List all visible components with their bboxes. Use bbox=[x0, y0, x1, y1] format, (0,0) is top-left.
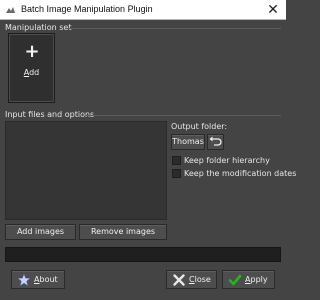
window-title: Batch Image Manipulation Plugin bbox=[21, 4, 153, 14]
input-files-divider bbox=[86, 115, 281, 116]
app-icon bbox=[6, 7, 15, 13]
close-x-icon bbox=[173, 274, 185, 286]
manipulation-set-divider bbox=[66, 28, 281, 29]
apply-label: Apply bbox=[245, 275, 268, 284]
add-images-button[interactable]: Add images bbox=[5, 224, 76, 240]
manipulation-set-label: Manipulation set bbox=[5, 23, 72, 32]
checkmark-icon bbox=[228, 274, 242, 286]
star-icon bbox=[17, 273, 31, 287]
keep-hierarchy-checkbox[interactable] bbox=[172, 156, 181, 165]
keep-dates-checkbox[interactable] bbox=[172, 169, 181, 178]
add-manipulation-button[interactable]: + Add bbox=[8, 33, 55, 103]
undo-arrow-icon bbox=[209, 136, 222, 146]
keep-hierarchy-label: Keep folder hierarchy bbox=[184, 156, 270, 165]
keep-hierarchy-option[interactable]: Keep folder hierarchy bbox=[172, 156, 272, 166]
title-bar: Batch Image Manipulation Plugin ✕ bbox=[0, 0, 286, 20]
input-files-label: Input files and options bbox=[5, 110, 95, 119]
keep-dates-label: Keep the modification dates bbox=[184, 169, 297, 178]
close-label: Close bbox=[189, 275, 211, 284]
input-files-list[interactable] bbox=[5, 121, 167, 220]
about-button[interactable]: About bbox=[11, 270, 65, 289]
close-button[interactable]: Close bbox=[166, 270, 217, 289]
window-close-icon[interactable]: ✕ bbox=[265, 2, 281, 18]
output-folder-button[interactable]: Thomas bbox=[171, 134, 205, 150]
output-folder-label: Output folder: bbox=[171, 122, 228, 131]
about-label: About bbox=[34, 275, 58, 284]
plus-icon: + bbox=[24, 41, 40, 62]
revert-folder-button[interactable] bbox=[207, 134, 224, 150]
remove-images-button[interactable]: Remove images bbox=[79, 224, 167, 240]
progress-bar bbox=[5, 247, 281, 262]
apply-button[interactable]: Apply bbox=[222, 270, 275, 289]
add-manipulation-label: Add bbox=[23, 68, 40, 77]
keep-dates-option[interactable]: Keep the modification dates bbox=[172, 169, 296, 179]
